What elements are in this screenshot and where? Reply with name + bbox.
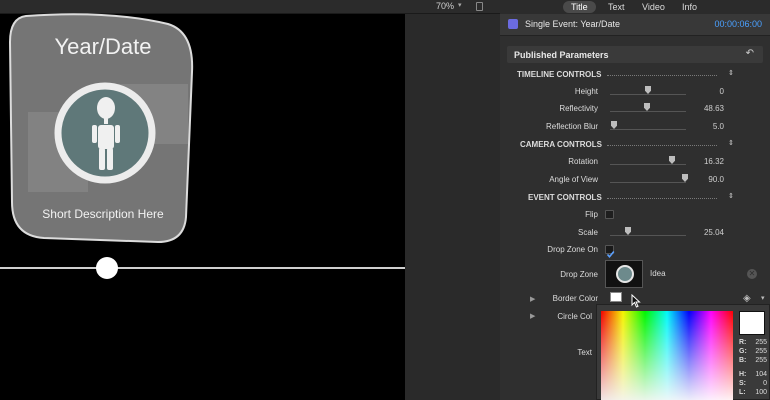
chevron-down-icon[interactable]: ▾ (458, 1, 462, 9)
inspector-panel: Title Text Video Info Single Event: Year… (500, 0, 770, 400)
drop-zone-name: Idea (650, 269, 666, 278)
param-height-slider[interactable] (610, 94, 686, 95)
param-rotation-slider[interactable] (610, 164, 686, 165)
card-description: Short Description Here (42, 207, 164, 221)
published-parameters-header: Published Parameters ↶ (507, 46, 763, 63)
section-event-controls: EVENT CONTROLS (528, 193, 602, 202)
published-parameters-label: Published Parameters (514, 50, 609, 60)
picker-s: S: 0 (739, 380, 767, 387)
param-flip-label: Flip (585, 210, 598, 219)
title-card[interactable]: Year/Date Short Description Here (8, 12, 198, 244)
tab-info[interactable]: Info (674, 1, 705, 13)
param-drop-zone-label: Drop Zone (560, 270, 598, 279)
checkmark-icon (606, 250, 615, 259)
param-reflection-blur-label: Reflection Blur (545, 122, 598, 131)
event-title: Single Event: Year/Date (525, 19, 621, 29)
param-reflection-blur-thumb[interactable] (611, 121, 617, 129)
section-timeline-controls: TIMELINE CONTROLS (517, 70, 602, 79)
param-flip-checkbox[interactable] (605, 210, 614, 219)
param-angle-of-view-value[interactable]: 90.0 (688, 175, 724, 184)
disclosure-triangle-icon[interactable]: ▶ (530, 312, 535, 320)
color-picker-popover: R: 255 G: 255 B: 255 H: 104 S: 0 L: 100 (596, 304, 770, 400)
picker-l: L: 100 (739, 389, 767, 396)
tab-text[interactable]: Text (600, 1, 633, 13)
param-border-color-label: Border Color (552, 294, 598, 303)
view-options-icon[interactable] (476, 2, 483, 11)
param-scale-value[interactable]: 25.04 (688, 228, 724, 237)
param-height-thumb[interactable] (645, 86, 651, 94)
chevron-down-icon[interactable]: ▾ (761, 294, 765, 302)
param-reflectivity-slider[interactable] (610, 111, 686, 112)
color-spectrum[interactable] (601, 311, 733, 400)
app-window: 70% ▾ Year/Date Short Description Here T… (0, 0, 770, 400)
scrubber-handle[interactable] (96, 257, 118, 279)
param-reflectivity-thumb[interactable] (644, 103, 650, 111)
tab-video[interactable]: Video (634, 1, 673, 13)
tab-title[interactable]: Title (563, 1, 596, 13)
reset-icon[interactable]: ↶ (746, 48, 754, 59)
mouse-cursor-icon (631, 294, 641, 308)
idea-thumbnail-icon (616, 265, 634, 283)
param-reflectivity-label: Reflectivity (559, 104, 598, 113)
viewer: 70% ▾ Year/Date Short Description Here (0, 0, 500, 400)
param-height-label: Height (574, 87, 598, 96)
param-rotation-value[interactable]: 16.32 (688, 157, 724, 166)
param-rotation-thumb[interactable] (669, 156, 675, 164)
param-scale-slider[interactable] (610, 235, 686, 236)
viewer-gutter (405, 14, 500, 400)
param-text-color-label: Text (577, 348, 592, 357)
section-divider (607, 145, 717, 146)
disclosure-triangle-icon[interactable]: ▶ (530, 295, 535, 303)
param-drop-zone-on-checkbox[interactable] (605, 245, 615, 259)
param-scale-thumb[interactable] (625, 227, 631, 235)
param-height-value[interactable]: 0 (688, 87, 724, 96)
picker-b: B: 255 (739, 357, 767, 364)
param-reflection-blur-slider[interactable] (610, 129, 686, 130)
title-icon (508, 19, 518, 29)
param-scale-label: Scale (577, 228, 598, 237)
inspector-header: Single Event: Year/Date 00:00:06:00 (500, 14, 770, 36)
chevron-updown-icon[interactable]: ⇕ (728, 69, 734, 77)
drop-zone-well[interactable] (605, 260, 643, 288)
param-circle-color-label: Circle Col (557, 312, 592, 321)
card-title: Year/Date (54, 34, 152, 59)
timeline-scrubber[interactable] (0, 267, 405, 269)
param-drop-zone-on-label: Drop Zone On (547, 245, 598, 254)
param-reflectivity-value[interactable]: 48.63 (688, 104, 724, 113)
param-angle-of-view-label: Angle of View (549, 175, 598, 184)
clear-icon[interactable]: ✕ (747, 269, 757, 279)
current-color-swatch (739, 311, 765, 335)
picker-r: R: 255 (739, 339, 767, 346)
param-rotation-label: Rotation (568, 157, 598, 166)
inspector-tabs: Title Text Video Info (500, 0, 770, 14)
param-angle-of-view-slider[interactable] (610, 182, 686, 183)
picker-g: G: 255 (739, 348, 767, 355)
chevron-updown-icon[interactable]: ⇕ (728, 192, 734, 200)
param-reflection-blur-value[interactable]: 5.0 (688, 122, 724, 131)
chevron-updown-icon[interactable]: ⇕ (728, 139, 734, 147)
picker-h: H: 104 (739, 371, 767, 378)
section-divider (607, 198, 717, 199)
keyframe-icon[interactable]: ◈ (743, 293, 751, 304)
timecode: 00:00:06:00 (714, 19, 762, 29)
zoom-level[interactable]: 70% (436, 1, 454, 11)
border-color-swatch[interactable] (610, 292, 622, 302)
section-camera-controls: CAMERA CONTROLS (520, 140, 602, 149)
section-divider (607, 75, 717, 76)
